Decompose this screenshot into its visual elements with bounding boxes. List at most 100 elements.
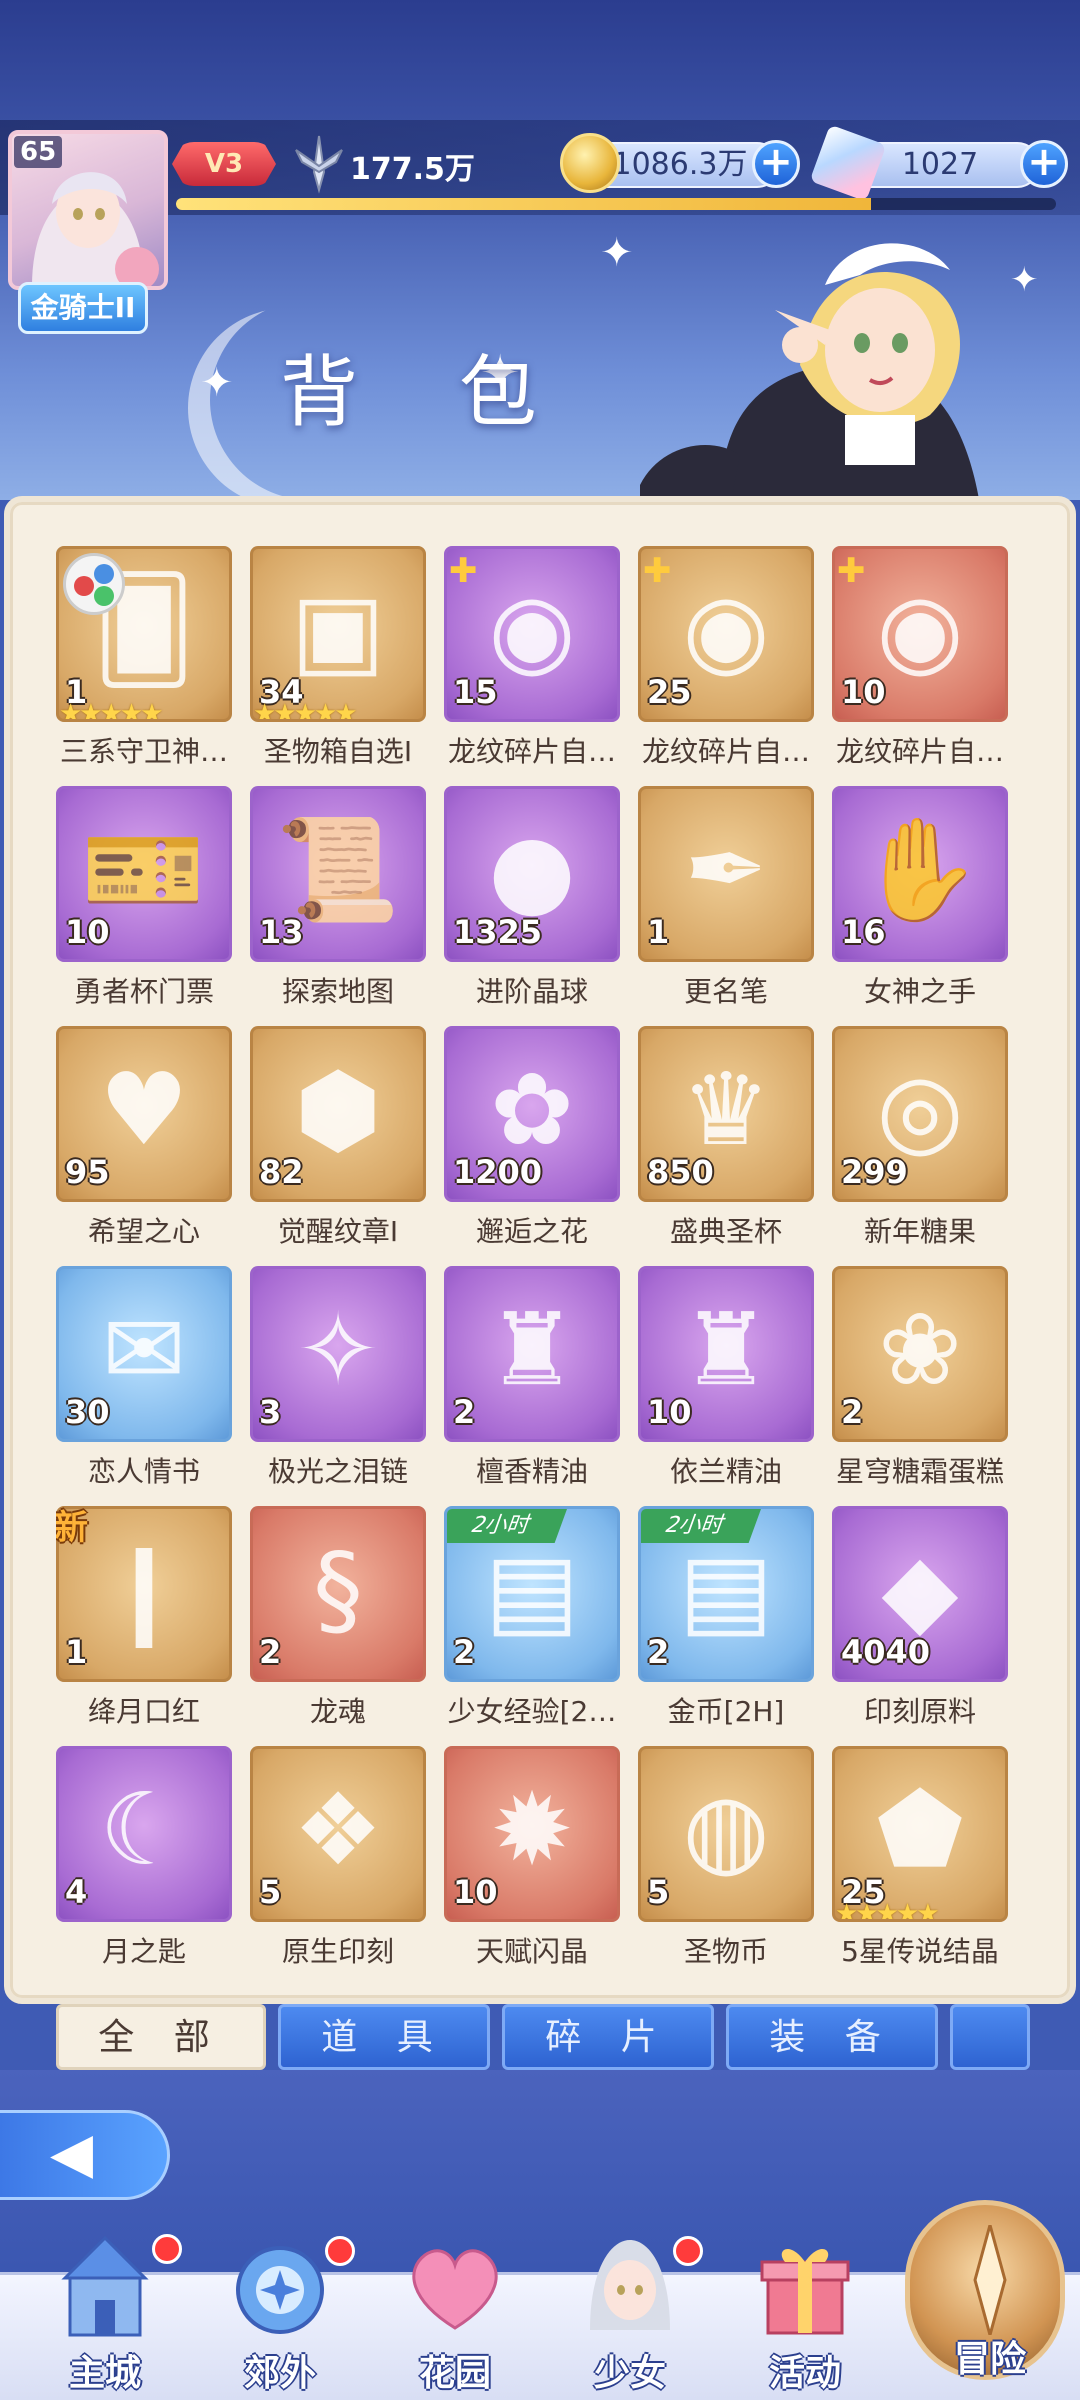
- add-gems-button[interactable]: +: [1020, 140, 1068, 188]
- item-name: 龙纹碎片自…: [641, 735, 810, 768]
- inventory-item[interactable]: § 2 龙魂: [250, 1506, 426, 1736]
- item-name: 女神之手: [863, 975, 976, 1008]
- item-count: 16: [841, 913, 886, 951]
- item-name: 邂逅之花: [475, 1215, 588, 1248]
- tab-equipment[interactable]: 装 备: [726, 2004, 938, 2070]
- nav-events[interactable]: 活动: [720, 2230, 890, 2400]
- tab-all[interactable]: 全 部: [56, 2004, 266, 2070]
- item-slot: ✹ 10: [444, 1746, 620, 1922]
- item-name: 龙纹碎片自…: [835, 735, 1004, 768]
- item-slot: ✿ 1200: [444, 1026, 620, 1202]
- item-name: 5星传说结晶: [841, 1935, 999, 1966]
- tab-items[interactable]: 道 具: [278, 2004, 490, 2070]
- inventory-item[interactable]: 🂠 1 ★★★★★ 三系守卫神…: [56, 546, 232, 776]
- star-rating-icon: ★★★★★: [253, 699, 358, 722]
- tab-more[interactable]: [950, 2004, 1030, 2070]
- item-count: 10: [453, 1873, 498, 1911]
- nav-main-city[interactable]: 主城: [20, 2230, 190, 2400]
- nav-label: 主城: [68, 2353, 141, 2394]
- item-slot: 🎫 10: [56, 786, 232, 962]
- vip-badge[interactable]: V3: [172, 142, 276, 186]
- item-name: 恋人情书: [87, 1455, 200, 1488]
- inventory-item[interactable]: ◎ 299 新年糖果: [832, 1026, 1008, 1256]
- item-count: 299: [841, 1153, 908, 1191]
- inventory-item[interactable]: ♜ 10 依兰精油: [638, 1266, 814, 1496]
- portal-icon: [236, 2246, 324, 2334]
- puzzle-piece-icon: ✚: [837, 551, 866, 591]
- item-count: 25: [647, 673, 692, 711]
- inventory-item[interactable]: ◉ ✚ 10 龙纹碎片自…: [832, 546, 1008, 776]
- inventory-item[interactable]: ▤ 2小时 2 少女经验[2…: [444, 1506, 620, 1736]
- inventory-item[interactable]: ✋ 16 女神之手: [832, 786, 1008, 1016]
- inventory-item[interactable]: ⬢ 82 觉醒纹章Ⅰ: [250, 1026, 426, 1256]
- inventory-item[interactable]: ◉ ✚ 25 龙纹碎片自…: [638, 546, 814, 776]
- castle-icon: [61, 2235, 149, 2337]
- item-slot: ◍ 5: [638, 1746, 814, 1922]
- inventory-item[interactable]: ✿ 1200 邂逅之花: [444, 1026, 620, 1256]
- item-name: 觉醒纹章Ⅰ: [277, 1215, 399, 1248]
- inventory-item[interactable]: ♜ 2 檀香精油: [444, 1266, 620, 1496]
- item-name: 圣物币: [683, 1935, 768, 1966]
- item-slot: ◉ ✚ 10: [832, 546, 1008, 722]
- item-slot: ♛ 850: [638, 1026, 814, 1202]
- item-count: 2: [647, 1633, 670, 1671]
- item-slot: ✋ 16: [832, 786, 1008, 962]
- item-slot: 🂠 1 ★★★★★: [56, 546, 232, 722]
- inventory-item[interactable]: ● 1325 进阶晶球: [444, 786, 620, 1016]
- inventory-item[interactable]: ♛ 850 盛典圣杯: [638, 1026, 814, 1256]
- notification-dot: [673, 2236, 703, 2266]
- inventory-item[interactable]: ✹ 10 天赋闪晶: [444, 1746, 620, 1966]
- item-slot: ◆ 4040: [832, 1506, 1008, 1682]
- nav-girls[interactable]: 少女: [545, 2230, 715, 2400]
- item-count: 2: [453, 1633, 476, 1671]
- nav-adventure[interactable]: 冒险: [905, 2200, 1065, 2380]
- item-name: 龙魂: [309, 1695, 366, 1728]
- tri-element-icon: [63, 553, 125, 615]
- nav-garden[interactable]: 花园: [370, 2230, 540, 2400]
- item-count: 850: [647, 1153, 714, 1191]
- item-name: 圣物箱自选Ⅰ: [263, 735, 413, 768]
- item-slot: ▣ 34 ★★★★★: [250, 546, 426, 722]
- item-slot: ✧ 3: [250, 1266, 426, 1442]
- inventory-item[interactable]: ▤ 2小时 2 金币[2H]: [638, 1506, 814, 1736]
- item-slot: ▤ 2小时 2: [444, 1506, 620, 1682]
- item-slot: ▤ 2小时 2: [638, 1506, 814, 1682]
- inventory-item[interactable]: ♥ 95 希望之心: [56, 1026, 232, 1256]
- back-button[interactable]: ◀: [0, 2110, 170, 2200]
- nav-label: 活动: [768, 2353, 841, 2394]
- inventory-item[interactable]: ☾ 4 月之匙: [56, 1746, 232, 1966]
- item-slot: ● 1325: [444, 786, 620, 962]
- item-slot: ♜ 10: [638, 1266, 814, 1442]
- inventory-item[interactable]: ◍ 5 圣物币: [638, 1746, 814, 1966]
- inventory-item[interactable]: ◆ 4040 印刻原料: [832, 1506, 1008, 1736]
- item-count: 4: [65, 1873, 88, 1911]
- inventory-item[interactable]: ▣ 34 ★★★★★ 圣物箱自选Ⅰ: [250, 546, 426, 776]
- add-gold-button[interactable]: +: [752, 140, 800, 188]
- item-slot: ♥ 95: [56, 1026, 232, 1202]
- inventory-item[interactable]: ❀ 2 星穹糖霜蛋糕: [832, 1266, 1008, 1496]
- inventory-item[interactable]: 🎫 10 勇者杯门票: [56, 786, 232, 1016]
- item-slot: ☾ 4: [56, 1746, 232, 1922]
- inventory-item[interactable]: ❙ 1 新绛月口红: [56, 1506, 232, 1736]
- inventory-item[interactable]: ✒ 1 更名笔: [638, 786, 814, 1016]
- inventory-item[interactable]: ✧ 3 极光之泪链: [250, 1266, 426, 1496]
- star-rating-icon: ★★★★★: [59, 699, 164, 722]
- item-name: 印刻原料: [863, 1695, 976, 1728]
- inventory-item[interactable]: 📜 13 探索地图: [250, 786, 426, 1016]
- item-name: 更名笔: [683, 975, 768, 1008]
- item-count: 3: [259, 1393, 282, 1431]
- inventory-item[interactable]: ❖ 5 原生印刻: [250, 1746, 426, 1966]
- item-name: 新年糖果: [863, 1215, 976, 1248]
- item-name: 探索地图: [281, 975, 394, 1008]
- inventory-item[interactable]: ✉ 30 恋人情书: [56, 1266, 232, 1496]
- nav-outskirts[interactable]: 郊外: [195, 2230, 365, 2400]
- inventory-grid: 🂠 1 ★★★★★ 三系守卫神… ▣ 34 ★★★★★ 圣物箱自选Ⅰ ◉ ✚ 15 龙纹碎片自… ◉ ✚ 2…: [56, 546, 1036, 1966]
- item-count: 30: [65, 1393, 110, 1431]
- tab-fragments[interactable]: 碎 片: [502, 2004, 714, 2070]
- item-slot: ◎ 299: [832, 1026, 1008, 1202]
- nav-label: 冒险: [953, 2339, 1026, 2380]
- inventory-item[interactable]: ◉ ✚ 15 龙纹碎片自…: [444, 546, 620, 776]
- notification-dot: [152, 2234, 182, 2264]
- notification-dot: [325, 2236, 355, 2266]
- inventory-item[interactable]: ⬟ 25 ★★★★★ 5星传说结晶: [832, 1746, 1008, 1966]
